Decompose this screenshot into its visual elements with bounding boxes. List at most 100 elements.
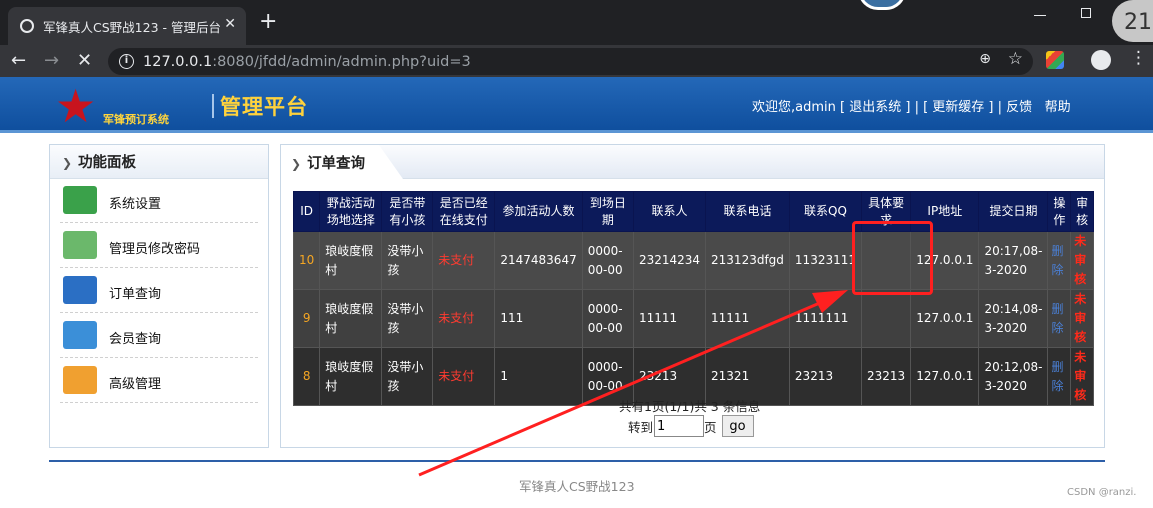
footer-text: 军锋真人CS野战123 [519,479,635,494]
column-header: 到场日期 [581,191,634,232]
bookmark-star-icon[interactable]: ☆ [1008,49,1023,69]
cell-qq: 23213 [788,347,863,406]
column-header: 联系人 [632,191,707,232]
url-path: :8080/jfdd/admin/admin.php?uid=3 [212,53,471,70]
cell-submitted: 20:14,08-3-2020 [978,289,1049,348]
extension-icon[interactable] [1046,51,1064,69]
cell-count: 2147483647 [494,231,583,290]
delete-link[interactable]: 删除 [1047,231,1072,290]
cell-submitted: 20:17,08-3-2020 [978,231,1049,290]
column-header: 操作 [1047,191,1072,232]
review-status[interactable]: 未审核 [1070,347,1094,406]
url-host: 127.0.0.1 [143,53,213,70]
nav-separator: | [914,100,924,115]
delete-link[interactable]: 删除 [1047,347,1072,406]
cell-phone: 213123dfgd [705,231,790,290]
cell-id: 10 [292,231,321,290]
refresh-cache-link[interactable]: [ 更新缓存 ] [923,100,993,115]
top-nav: 欢迎您,admin [ 退出系统 ] | [ 更新缓存 ] | 反馈 帮助 [752,96,1071,115]
annotation-highlight-box [852,221,933,295]
cell-venue: 琅岐度假村 [319,289,383,348]
cell-submitted: 20:12,08-3-2020 [978,347,1049,406]
panel-title: 功能面板 [78,155,137,171]
orders-table: ID 野战活动场地选择 是否带有小孩 是否已经在线支付 参加活动人数 到场日期 … [292,191,1094,406]
users-icon [63,366,97,394]
review-status[interactable]: 未审核 [1070,289,1094,348]
site-info-icon[interactable]: i [119,54,134,69]
cell-id: 8 [292,347,321,406]
help-link[interactable]: 帮助 [1045,100,1071,115]
table-row: 10 琅岐度假村 没带小孩 未支付 2147483647 0000-00-00 … [292,231,1094,290]
go-button[interactable]: go [721,415,754,437]
sidebar-item-advanced[interactable]: 高级管理 [60,358,258,403]
text-cursor-icon: Ι [349,246,353,259]
cell-id: 9 [292,289,321,348]
table-row: 9 琅岐度假村 没带小孩 未支付 111 0000-00-00 11111 11… [292,289,1094,348]
address-bar[interactable]: i 127.0.0.1:8080/jfdd/admin/admin.php?ui… [108,48,1033,75]
column-header: 野战活动场地选择 [319,191,383,232]
new-tab-button[interactable]: + [259,9,277,35]
cell-paid-status: 未支付 [432,347,496,406]
site-favicon-icon [20,19,34,33]
sidebar-item-change-password[interactable]: 管理员修改密码 [60,223,258,268]
overlay-widget [858,0,906,10]
watermark-text: CSDN @ranzi. [1067,487,1137,498]
delete-link[interactable]: 删除 [1047,289,1072,348]
cell-requirement: 23213 [860,347,912,406]
sidebar-item-label: 管理员修改密码 [109,242,201,257]
page-unit-label: 页 [704,419,717,435]
sidebar-item-label: 订单查询 [109,287,162,302]
panel-tab: ❯ 订单查询 [281,145,403,179]
stop-loading-icon[interactable]: ✕ [77,50,92,71]
cell-qq: 11323111 [788,231,863,290]
chevron-right-icon: ❯ [291,157,302,171]
cell-phone: 11111 [705,289,790,348]
edit-document-icon [63,231,97,259]
orders-icon [63,276,97,304]
brand-divider [212,94,214,118]
cell-contact: 23214234 [632,231,707,290]
sidebar-item-system-settings[interactable]: 系统设置 [60,178,258,223]
back-arrow-icon[interactable]: ← [11,50,26,71]
browser-tab-bar: 军锋真人CS野战123 - 管理后台 ✕ + 21 [0,0,1153,45]
column-header: 联系QQ [788,191,863,232]
cell-venue: 琅岐度假村 [319,347,383,406]
column-header: 审核 [1070,191,1094,232]
feedback-link[interactable]: 反馈 [1006,100,1032,115]
sidebar-item-order-query[interactable]: 订单查询 [60,268,258,313]
cell-count: 1 [494,347,583,406]
column-header: ID [292,191,321,232]
cell-kids: 没带小孩 [381,289,434,348]
sidebar-item-label: 会员查询 [109,332,162,347]
sidebar-item-member-query[interactable]: 会员查询 [60,313,258,358]
column-header: 联系电话 [705,191,790,232]
browser-menu-icon[interactable]: ⋮ [1130,49,1147,67]
maximize-icon[interactable] [1081,8,1091,18]
browser-tab[interactable]: 军锋真人CS野战123 - 管理后台 ✕ [8,7,246,45]
sidebar-item-label: 高级管理 [109,377,162,392]
column-header: 是否已经在线支付 [432,191,496,232]
page-number-input[interactable] [654,415,705,437]
forward-arrow-icon[interactable]: → [44,50,59,71]
sidebar-item-label: 系统设置 [109,197,162,212]
review-status[interactable]: 未审核 [1070,231,1094,290]
function-panel: ❯ 功能面板 系统设置 管理员修改密码 订单查询 会员查询 高级管理 [49,144,269,448]
cell-venue: 琅岐度假村 [319,231,383,290]
cell-paid-status: 未支付 [432,289,496,348]
panel-header: ❯ 订单查询 [281,145,1104,179]
page-jump: 转到 页 go [628,415,754,437]
account-icon[interactable] [1091,50,1111,70]
zoom-icon[interactable]: ⊕ [979,51,991,67]
tools-icon [63,321,97,349]
settings-icon [63,186,97,214]
logout-link[interactable]: [ 退出系统 ] [840,100,910,115]
cell-kids: 没带小孩 [381,347,434,406]
minimize-icon[interactable] [1034,4,1046,16]
cell-ip: 127.0.0.1 [910,347,980,406]
logo-star-icon: ★ [55,79,97,133]
cell-kids: 没带小孩 [381,231,434,290]
chevron-right-icon: ❯ [62,156,73,170]
tab-close-icon[interactable]: ✕ [224,16,236,32]
cell-paid-status: 未支付 [432,231,496,290]
column-header: 是否带有小孩 [381,191,434,232]
